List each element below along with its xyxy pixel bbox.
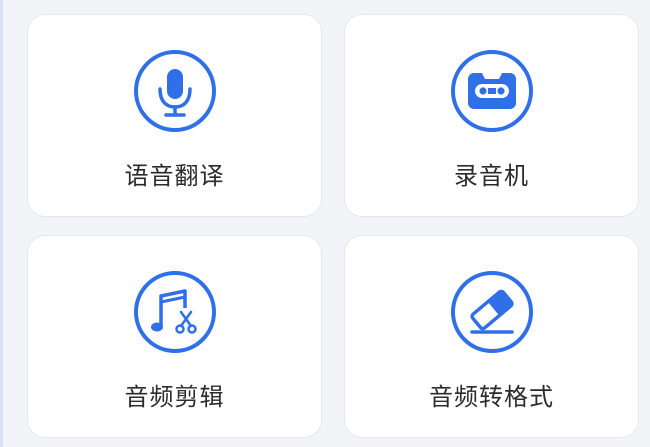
- tool-card-audio-clip[interactable]: 音频剪辑: [27, 235, 322, 438]
- tool-card-audio-convert[interactable]: 音频转格式: [344, 235, 639, 438]
- music-scissors-icon: [131, 268, 219, 356]
- eraser-icon: [448, 268, 536, 356]
- tool-card-voice-translate[interactable]: 语音翻译: [27, 14, 322, 217]
- tool-label: 语音翻译: [124, 162, 225, 190]
- tool-label: 录音机: [454, 162, 529, 190]
- microphone-icon: [131, 47, 219, 135]
- tools-screen: 语音翻译 录音机 音频剪辑 音频转格式: [0, 0, 650, 447]
- tool-grid: 语音翻译 录音机 音频剪辑 音频转格式: [27, 14, 639, 438]
- tool-card-recorder[interactable]: 录音机: [344, 14, 639, 217]
- cassette-tape-icon: [448, 47, 536, 135]
- left-edge-divider: [0, 0, 3, 447]
- tool-label: 音频剪辑: [124, 383, 225, 411]
- tool-label: 音频转格式: [429, 383, 554, 411]
